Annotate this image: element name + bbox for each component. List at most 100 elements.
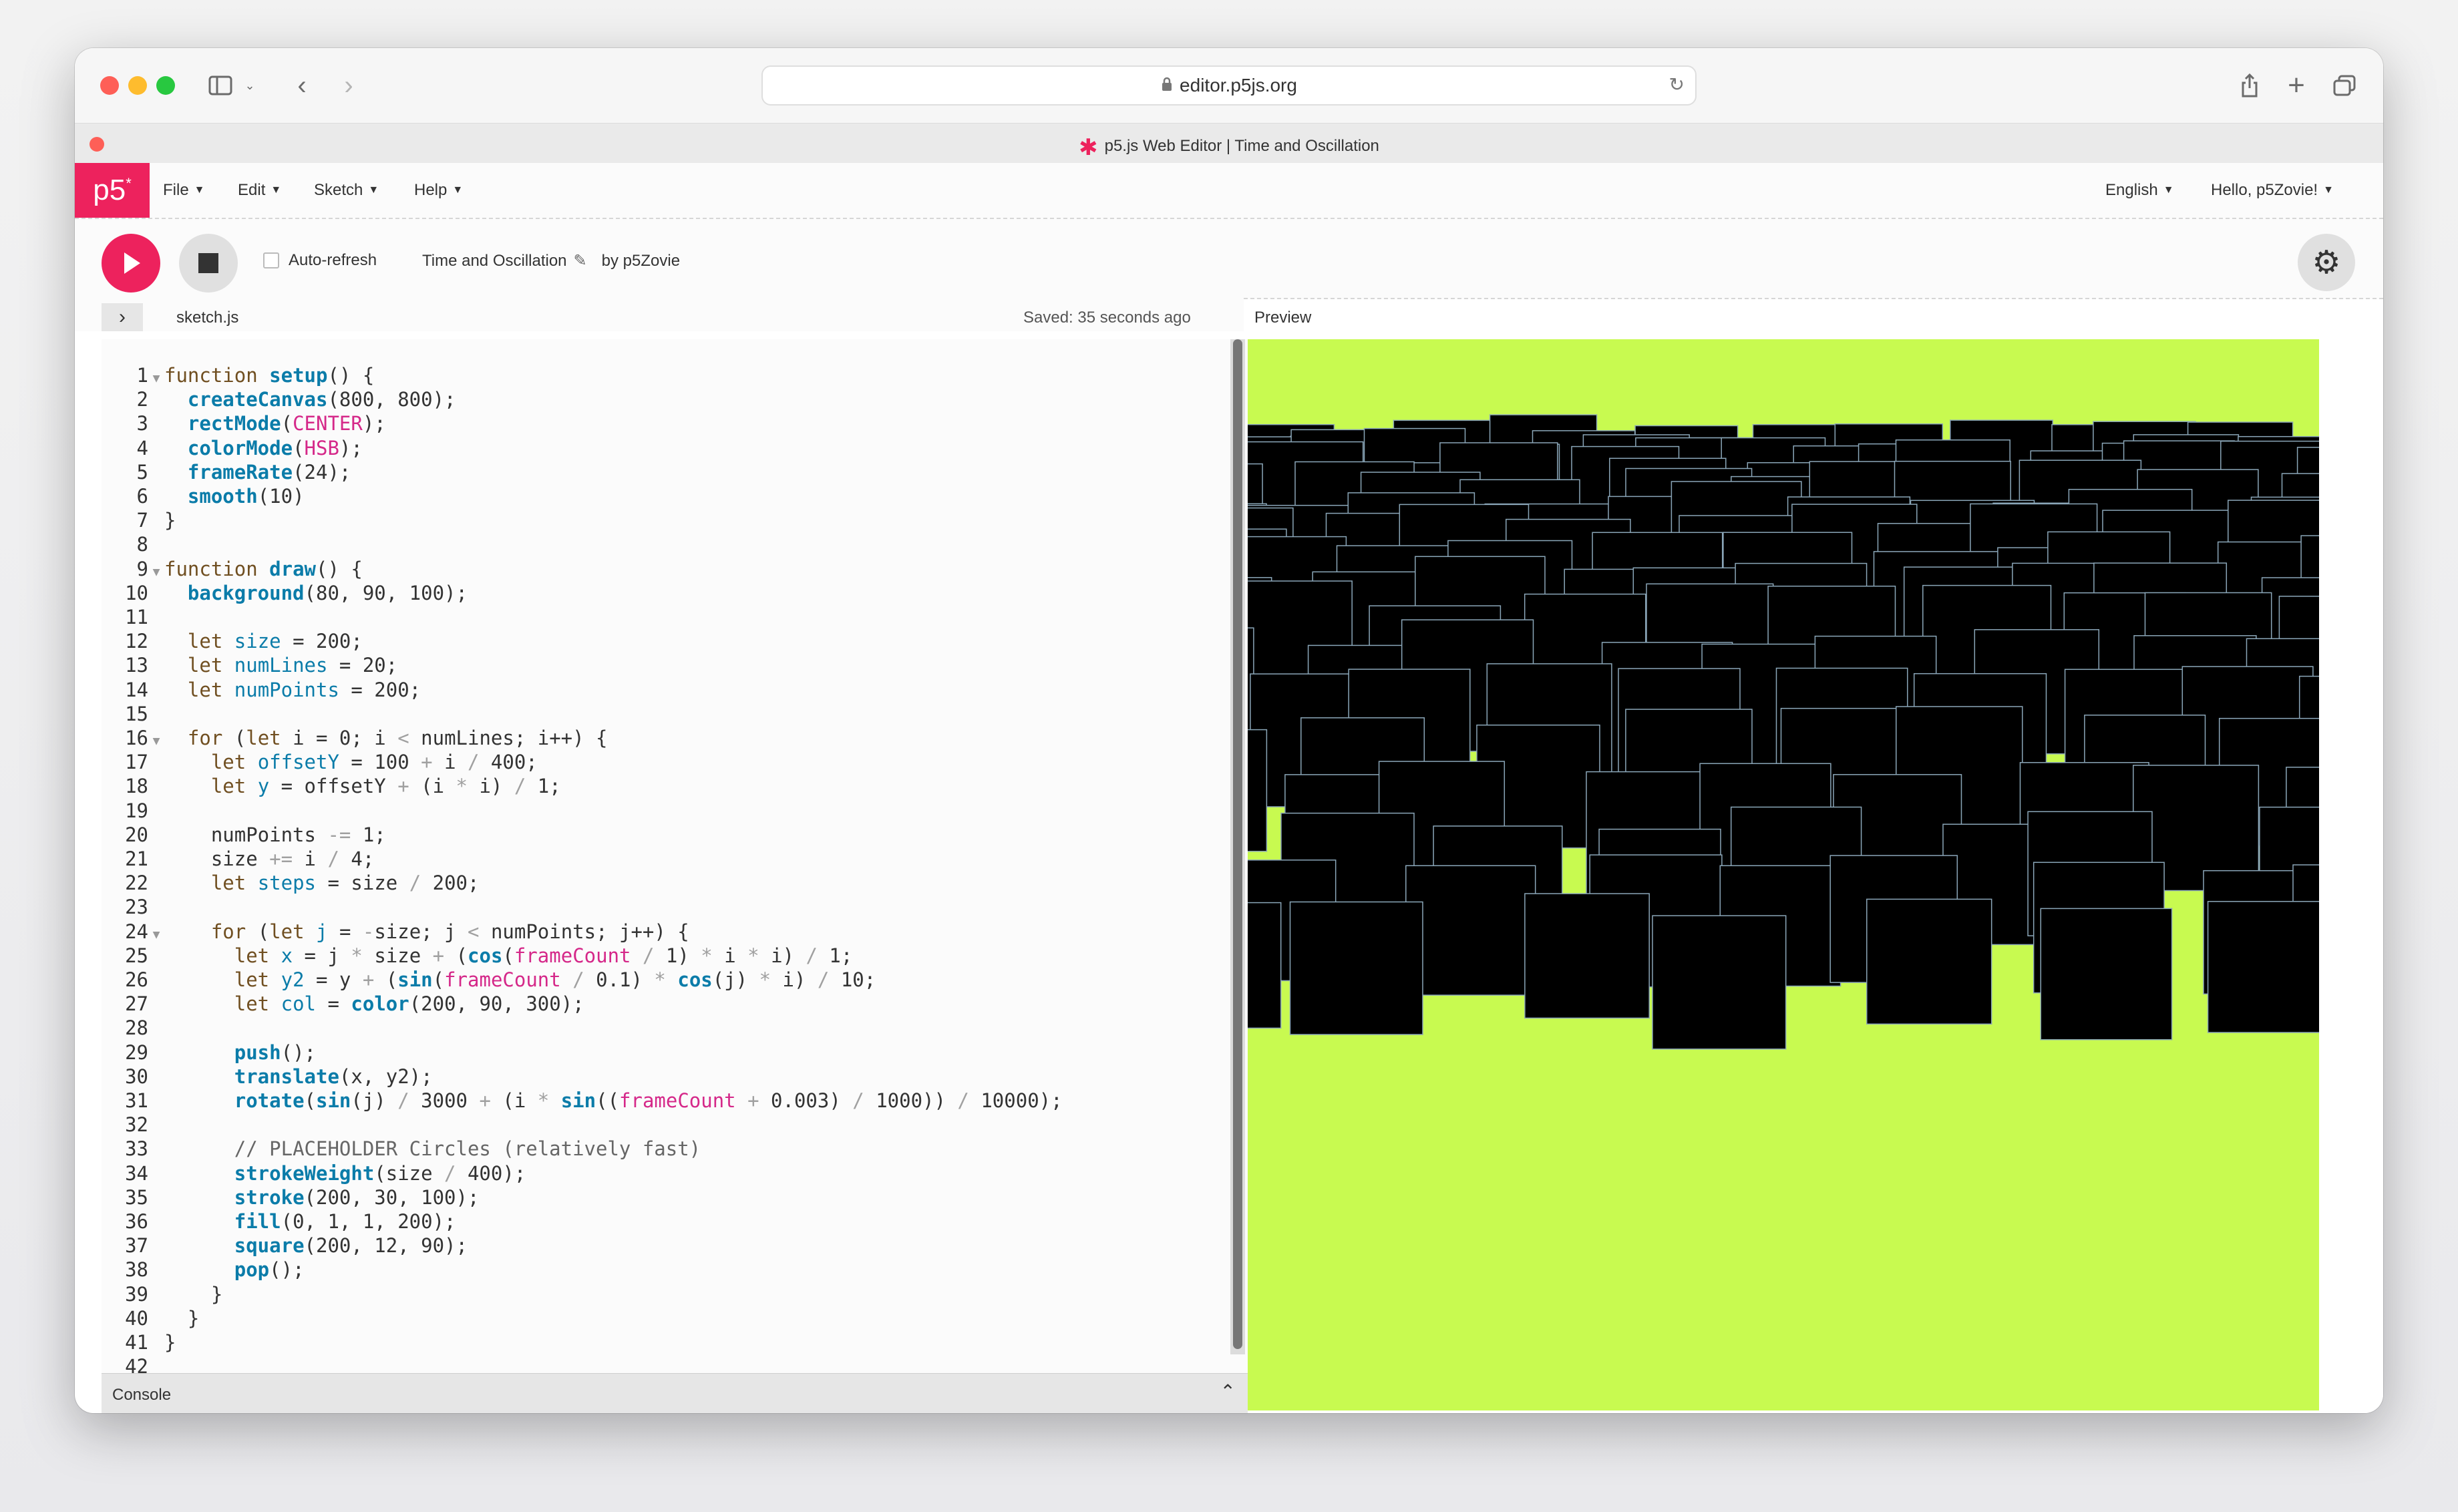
code-line[interactable]: 30 translate(x, y2); [102, 1065, 1224, 1089]
code-line[interactable]: 12 let size = 200; [102, 629, 1224, 653]
menu-edit[interactable]: Edit ▼ [238, 163, 281, 218]
line-number: 31 [125, 1089, 148, 1112]
tab-group-chevron-icon[interactable]: ⌄ [242, 68, 258, 103]
code-line[interactable]: 37 square(200, 12, 90); [102, 1234, 1224, 1258]
code-text: createCanvas(800, 800); [187, 388, 456, 411]
code-editor[interactable]: 1 ▼ function setup() {2 createCanvas(800, … [102, 339, 1248, 1373]
code-line[interactable]: 5 frameRate(24); [102, 460, 1224, 484]
code-line[interactable]: 10 background(80, 90, 100); [102, 581, 1224, 605]
code-line[interactable]: 6 smooth(10) [102, 484, 1224, 508]
canvas-square [1652, 915, 1787, 1050]
console-bar[interactable]: Console ⌃ [102, 1373, 1248, 1413]
code-line[interactable]: 27 let col = color(200, 90, 300); [102, 992, 1224, 1016]
code-text: translate(x, y2); [234, 1065, 433, 1088]
tab-overview-icon[interactable] [2331, 68, 2358, 103]
code-line[interactable]: 1 ▼ function setup() { [102, 363, 1224, 387]
code-line[interactable]: 20 numPoints -= 1; [102, 823, 1224, 847]
line-number: 32 [125, 1113, 148, 1137]
code-line[interactable]: 35 stroke(200, 30, 100); [102, 1185, 1224, 1209]
file-bar: › sketch.js Saved: 35 seconds ago [75, 298, 1244, 331]
new-tab-icon[interactable]: + [2283, 68, 2310, 103]
code-line[interactable]: 4 colorMode(HSB); [102, 436, 1224, 460]
code-line[interactable]: 17 let offsetY = 100 + i / 400; [102, 750, 1224, 774]
code-line[interactable]: 40 } [102, 1306, 1224, 1330]
code-text: let offsetY = 100 + i / 400; [210, 751, 538, 774]
code-line[interactable]: 3 rectMode(CENTER); [102, 411, 1224, 435]
code-line[interactable]: 15 [102, 702, 1224, 726]
code-line[interactable]: 16 ▼ for (let i = 0; i < numLines; i++) { [102, 726, 1224, 750]
chevron-up-icon[interactable]: ⌃ [1220, 1380, 1236, 1402]
code-line[interactable]: 18 let y = offsetY + (i * i) / 1; [102, 774, 1224, 798]
line-number: 38 [125, 1258, 148, 1282]
code-line[interactable]: 13 let numLines = 20; [102, 653, 1224, 677]
window-minimize-button[interactable] [128, 76, 147, 95]
address-bar[interactable]: editor.p5js.org ↻ [761, 65, 1697, 106]
pencil-icon[interactable]: ✎ [574, 251, 587, 270]
code-line[interactable]: 23 [102, 895, 1224, 919]
expand-sidebar-button[interactable]: › [102, 303, 143, 331]
code-line[interactable]: 25 let x = j * size + (cos(frameCount / … [102, 944, 1224, 968]
code-line[interactable]: 21 size += i / 4; [102, 847, 1224, 871]
menu-help[interactable]: Help ▼ [414, 163, 463, 218]
code-line[interactable]: 24 ▼ for (let j = -size; j < numPoints; j… [102, 920, 1224, 944]
line-number: 13 [125, 654, 148, 677]
line-number: 4 [136, 436, 148, 459]
menu-file[interactable]: File ▼ [163, 163, 205, 218]
code-line[interactable]: 8 [102, 532, 1224, 556]
window-close-button[interactable] [100, 76, 119, 95]
stop-button[interactable] [179, 234, 238, 293]
sketch-canvas[interactable] [1248, 339, 2319, 1410]
canvas-square [2040, 908, 2173, 1041]
caret-down-icon: ▼ [368, 184, 379, 196]
code-line[interactable]: 14 let numPoints = 200; [102, 678, 1224, 702]
back-icon[interactable]: ‹ [289, 68, 315, 103]
share-icon[interactable] [2236, 68, 2263, 103]
active-tab[interactable]: ✱ p5.js Web Editor | Time and Oscillation [75, 134, 2383, 161]
code-text: } [164, 1331, 176, 1354]
code-line[interactable]: 38 pop(); [102, 1258, 1224, 1282]
code-line[interactable]: 39 } [102, 1282, 1224, 1306]
editor-scrollbar[interactable] [1230, 339, 1245, 1354]
p5-nav-bar: p5 * File ▼ Edit ▼ Sketch ▼ Help ▼ English ▼ H… [75, 163, 2383, 219]
code-line[interactable]: 2 createCanvas(800, 800); [102, 387, 1224, 411]
code-line[interactable]: 34 strokeWeight(size / 400); [102, 1161, 1224, 1185]
play-button[interactable] [102, 234, 160, 293]
sidebar-toggle-icon[interactable] [206, 68, 235, 103]
code-line[interactable]: 42 [102, 1354, 1224, 1373]
code-line[interactable]: 32 [102, 1113, 1224, 1137]
code-line[interactable]: 26 let y2 = y + (sin(frameCount / 0.1) *… [102, 968, 1224, 992]
code-line[interactable]: 33 // PLACEHOLDER Circles (relatively fa… [102, 1137, 1224, 1161]
code-line[interactable]: 22 let steps = size / 200; [102, 871, 1224, 895]
language-menu[interactable]: English ▼ [2105, 163, 2174, 218]
reload-icon[interactable]: ↻ [1669, 73, 1685, 96]
caret-down-icon: ▼ [271, 184, 282, 196]
tab-title-text: p5.js Web Editor | Time and Oscillation [1104, 137, 1379, 155]
menu-sketch[interactable]: Sketch ▼ [314, 163, 379, 218]
forward-icon[interactable]: › [335, 68, 362, 103]
code-line[interactable]: 7} [102, 508, 1224, 532]
auto-refresh-checkbox[interactable] [263, 252, 279, 268]
code-line[interactable]: 31 rotate(sin(j) / 3000 + (i * sin((fram… [102, 1089, 1224, 1113]
window-zoom-button[interactable] [156, 76, 175, 95]
scrollbar-thumb[interactable] [1233, 339, 1242, 1349]
p5-logo[interactable]: p5 * [75, 163, 150, 218]
user-menu[interactable]: Hello, p5Zovie! ▼ [2211, 163, 2334, 218]
file-name[interactable]: sketch.js [176, 309, 238, 327]
code-text: } [164, 1282, 223, 1306]
code-text: numPoints -= 1; [164, 823, 386, 846]
sketch-title[interactable]: Time and Oscillation ✎ by p5Zovie [422, 251, 680, 270]
code-line[interactable]: 9 ▼ function draw() { [102, 557, 1224, 581]
code-text: function draw() { [164, 557, 363, 580]
settings-button[interactable]: ⚙ [2298, 234, 2355, 291]
code-text: rotate(sin(j) / 3000 + (i * sin((frameCo… [234, 1089, 1063, 1112]
code-line[interactable]: 36 fill(0, 1, 1, 200); [102, 1209, 1224, 1234]
auto-refresh-toggle[interactable]: Auto-refresh [263, 251, 377, 270]
code-line[interactable]: 19 [102, 799, 1224, 823]
canvas-square [1289, 901, 1423, 1035]
code-line[interactable]: 28 [102, 1016, 1224, 1040]
sketch-toolbar: Auto-refresh Time and Oscillation ✎ by p… [75, 219, 2383, 299]
code-line[interactable]: 11 [102, 605, 1224, 629]
line-number: 6 [136, 485, 148, 508]
code-line[interactable]: 41} [102, 1330, 1224, 1354]
code-line[interactable]: 29 push(); [102, 1041, 1224, 1065]
